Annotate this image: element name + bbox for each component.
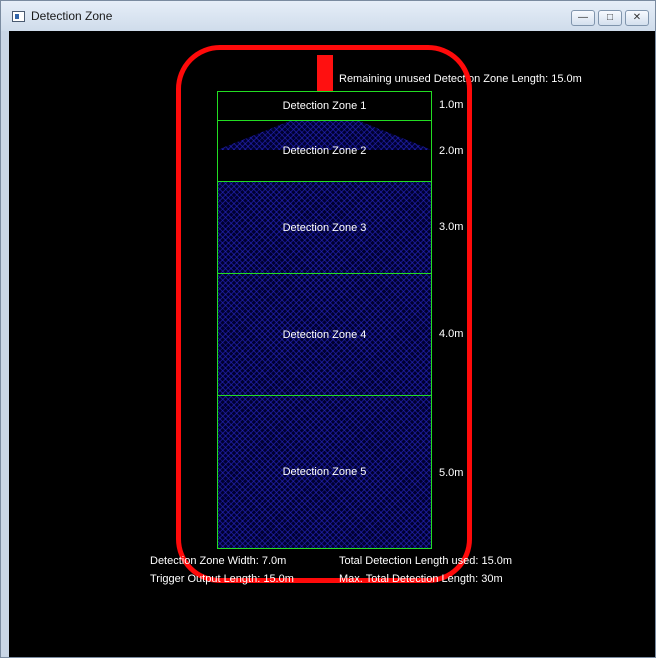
title-bar[interactable]: Detection Zone — □ ✕ xyxy=(1,1,655,31)
close-button[interactable]: ✕ xyxy=(625,10,649,26)
detection-zone-window: Detection Zone — □ ✕ Detection Zone 1 De… xyxy=(0,0,656,658)
zone-width-info: Detection Zone Width: 7.0m xyxy=(150,555,287,567)
trigger-length-info: Trigger Output Length: 15.0m xyxy=(150,573,294,585)
max-total-info: Max. Total Detection Length: 30m xyxy=(339,573,503,585)
minimize-button[interactable]: — xyxy=(571,10,595,26)
maximize-button[interactable]: □ xyxy=(598,10,622,26)
detection-zone-canvas: Detection Zone 1 Detection Zone 2 Detect… xyxy=(9,31,655,657)
highlight-outline xyxy=(176,45,472,583)
window-title: Detection Zone xyxy=(31,9,113,23)
app-window-icon xyxy=(12,11,25,22)
total-used-info: Total Detection Length used: 15.0m xyxy=(339,555,513,567)
